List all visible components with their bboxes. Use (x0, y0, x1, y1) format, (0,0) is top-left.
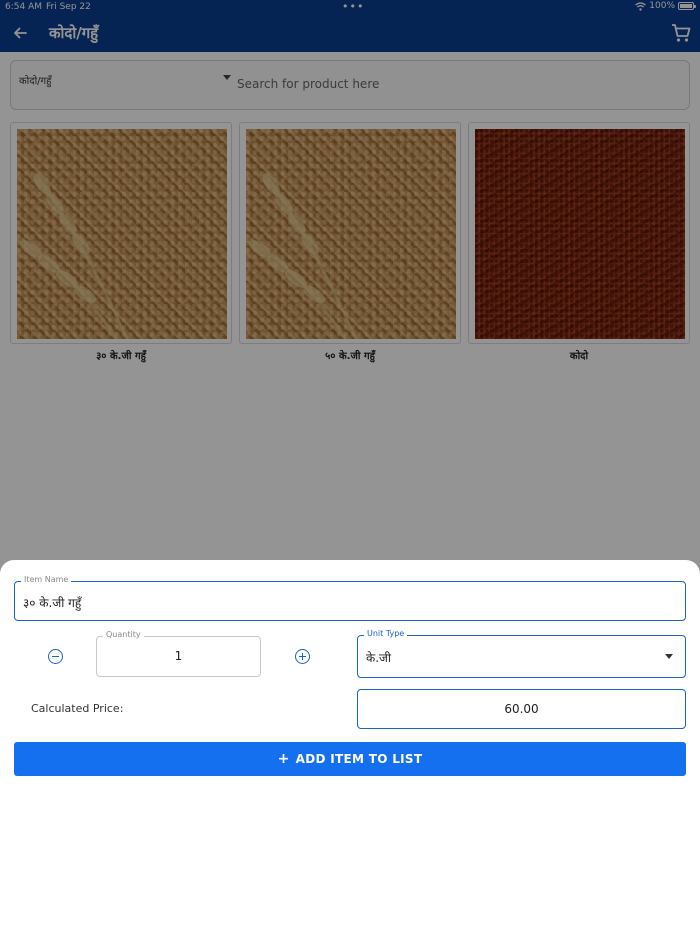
plus-icon: + (277, 751, 290, 767)
unit-type-value: के.जी (366, 651, 392, 665)
item-name-label: Item Name (21, 575, 72, 584)
add-item-label: ADD ITEM TO LIST (295, 752, 423, 766)
minus-circle-icon[interactable] (48, 649, 63, 664)
add-item-button[interactable]: + ADD ITEM TO LIST (14, 742, 686, 776)
calculated-price-field: 60.00 (357, 689, 686, 729)
plus-circle-icon[interactable] (295, 649, 310, 664)
item-name-value: ३० के.जी गहुँ (23, 596, 82, 610)
quantity-label: Quantity (103, 630, 144, 639)
item-name-field[interactable]: Item Name ३० के.जी गहुँ (14, 575, 686, 621)
unit-type-label: Unit Type (364, 629, 408, 638)
chevron-down-icon[interactable] (665, 654, 673, 659)
calculated-price-label: Calculated Price: (31, 702, 124, 715)
add-item-sheet: Item Name ३० के.जी गहुँ Quantity 1 Unit … (0, 560, 700, 934)
unit-type-select[interactable]: Unit Type के.जी (357, 629, 686, 678)
calculated-price-value: 60.00 (504, 702, 539, 716)
quantity-value: 1 (174, 649, 183, 663)
quantity-field[interactable]: Quantity 1 (96, 630, 261, 677)
